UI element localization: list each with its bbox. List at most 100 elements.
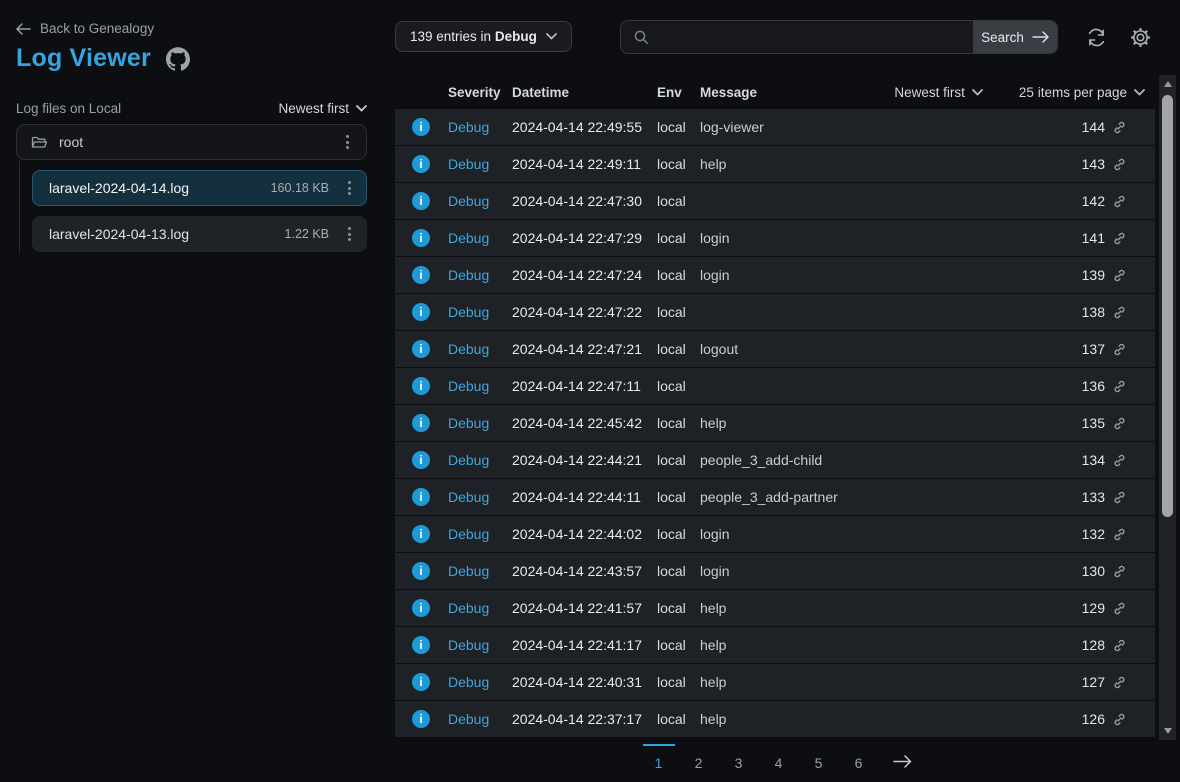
table-row[interactable]: iDebug2024-04-14 22:44:11localpeople_3_a… <box>395 479 1155 516</box>
severity-link[interactable]: Debug <box>448 341 512 357</box>
row-index: 132 <box>1082 526 1105 542</box>
link-icon <box>1112 157 1127 172</box>
table-row[interactable]: iDebug2024-04-14 22:47:21locallogout137 <box>395 331 1155 368</box>
copy-link-button[interactable] <box>1112 305 1127 320</box>
github-icon <box>166 47 190 71</box>
log-file-item[interactable]: laravel-2024-04-14.log160.18 KB <box>32 170 367 206</box>
file-menu-button[interactable] <box>343 223 356 245</box>
copy-link-button[interactable] <box>1112 268 1127 283</box>
copy-link-button[interactable] <box>1112 120 1127 135</box>
arrow-right-icon <box>893 755 912 768</box>
sidebar-sort-dropdown[interactable]: Newest first <box>278 101 367 116</box>
page-title: Log Viewer <box>16 44 151 73</box>
severity-link[interactable]: Debug <box>448 267 512 283</box>
copy-link-button[interactable] <box>1112 564 1127 579</box>
row-index: 129 <box>1082 600 1105 616</box>
table-row[interactable]: iDebug2024-04-14 22:43:57locallogin130 <box>395 553 1155 590</box>
copy-link-button[interactable] <box>1112 157 1127 172</box>
link-icon <box>1112 453 1127 468</box>
settings-button[interactable] <box>1130 26 1152 48</box>
severity-link[interactable]: Debug <box>448 378 512 394</box>
search-button[interactable]: Search <box>973 21 1057 53</box>
row-index: 127 <box>1082 674 1105 690</box>
pagination-page-button[interactable]: 4 <box>763 744 795 771</box>
per-page-dropdown[interactable]: 25 items per page <box>1019 85 1145 100</box>
table-row[interactable]: iDebug2024-04-14 22:47:11local136 <box>395 368 1155 405</box>
copy-link-button[interactable] <box>1112 453 1127 468</box>
severity-link[interactable]: Debug <box>448 156 512 172</box>
row-datetime: 2024-04-14 22:40:31 <box>512 674 657 690</box>
back-link[interactable]: Back to Genealogy <box>16 21 154 36</box>
info-icon: i <box>412 636 430 654</box>
table-sort-dropdown[interactable]: Newest first <box>894 85 983 100</box>
copy-link-button[interactable] <box>1112 194 1127 209</box>
row-env: local <box>657 711 700 727</box>
copy-link-button[interactable] <box>1112 527 1127 542</box>
copy-link-button[interactable] <box>1112 675 1127 690</box>
pagination-page-button[interactable]: 1 <box>643 744 675 771</box>
pagination-page-button[interactable]: 2 <box>683 744 715 771</box>
copy-link-button[interactable] <box>1112 231 1127 246</box>
pagination-page-button[interactable]: 6 <box>843 744 875 771</box>
table-row[interactable]: iDebug2024-04-14 22:45:42localhelp135 <box>395 405 1155 442</box>
log-file-item[interactable]: laravel-2024-04-13.log1.22 KB <box>32 216 367 252</box>
severity-link[interactable]: Debug <box>448 119 512 135</box>
scroll-up-button[interactable] <box>1159 77 1176 91</box>
severity-link[interactable]: Debug <box>448 563 512 579</box>
vertical-scrollbar[interactable] <box>1159 75 1176 740</box>
pagination-page-button[interactable]: 5 <box>803 744 835 771</box>
folder-menu-button[interactable] <box>341 131 354 153</box>
github-link[interactable] <box>166 47 190 71</box>
copy-link-button[interactable] <box>1112 601 1127 616</box>
table-row[interactable]: iDebug2024-04-14 22:44:21localpeople_3_a… <box>395 442 1155 479</box>
table-row[interactable]: iDebug2024-04-14 22:47:29locallogin141 <box>395 220 1155 257</box>
pagination-page-button[interactable]: 3 <box>723 744 755 771</box>
severity-link[interactable]: Debug <box>448 452 512 468</box>
chevron-down-icon <box>546 33 557 40</box>
row-datetime: 2024-04-14 22:44:21 <box>512 452 657 468</box>
table-row[interactable]: iDebug2024-04-14 22:47:24locallogin139 <box>395 257 1155 294</box>
table-row[interactable]: iDebug2024-04-14 22:41:57localhelp129 <box>395 590 1155 627</box>
row-index: 130 <box>1082 563 1105 579</box>
severity-link[interactable]: Debug <box>448 230 512 246</box>
link-icon <box>1112 490 1127 505</box>
severity-link[interactable]: Debug <box>448 674 512 690</box>
severity-link[interactable]: Debug <box>448 415 512 431</box>
severity-link[interactable]: Debug <box>448 193 512 209</box>
severity-link[interactable]: Debug <box>448 304 512 320</box>
severity-link[interactable]: Debug <box>448 489 512 505</box>
severity-link[interactable]: Debug <box>448 526 512 542</box>
refresh-button[interactable] <box>1086 26 1108 48</box>
table-row[interactable]: iDebug2024-04-14 22:47:30local142 <box>395 183 1155 220</box>
info-icon: i <box>412 414 430 432</box>
row-datetime: 2024-04-14 22:44:11 <box>512 489 657 505</box>
table-row[interactable]: iDebug2024-04-14 22:40:31localhelp127 <box>395 664 1155 701</box>
severity-link[interactable]: Debug <box>448 637 512 653</box>
copy-link-button[interactable] <box>1112 490 1127 505</box>
copy-link-button[interactable] <box>1112 712 1127 727</box>
entries-level-dropdown[interactable]: 139 entries in Debug <box>395 21 572 52</box>
table-row[interactable]: iDebug2024-04-14 22:41:17localhelp128 <box>395 627 1155 664</box>
severity-link[interactable]: Debug <box>448 600 512 616</box>
log-file-size: 160.18 KB <box>271 181 329 195</box>
file-menu-button[interactable] <box>343 177 356 199</box>
copy-link-button[interactable] <box>1112 416 1127 431</box>
severity-link[interactable]: Debug <box>448 711 512 727</box>
table-row[interactable]: iDebug2024-04-14 22:37:17localhelp126 <box>395 701 1155 738</box>
pagination-next-button[interactable] <box>893 744 912 768</box>
info-icon: i <box>412 155 430 173</box>
copy-link-button[interactable] <box>1112 379 1127 394</box>
table-row[interactable]: iDebug2024-04-14 22:44:02locallogin132 <box>395 516 1155 553</box>
search-input[interactable] <box>649 21 973 53</box>
row-index: 141 <box>1082 230 1105 246</box>
table-row[interactable]: iDebug2024-04-14 22:49:55locallog-viewer… <box>395 109 1155 146</box>
copy-link-button[interactable] <box>1112 638 1127 653</box>
folder-item-root[interactable]: root <box>16 124 367 160</box>
row-message: help <box>700 156 1082 172</box>
table-row[interactable]: iDebug2024-04-14 22:47:22local138 <box>395 294 1155 331</box>
table-row[interactable]: iDebug2024-04-14 22:49:11localhelp143 <box>395 146 1155 183</box>
scroll-down-button[interactable] <box>1159 724 1176 738</box>
copy-link-button[interactable] <box>1112 342 1127 357</box>
row-message: login <box>700 267 1082 283</box>
scrollbar-thumb[interactable] <box>1162 95 1173 517</box>
